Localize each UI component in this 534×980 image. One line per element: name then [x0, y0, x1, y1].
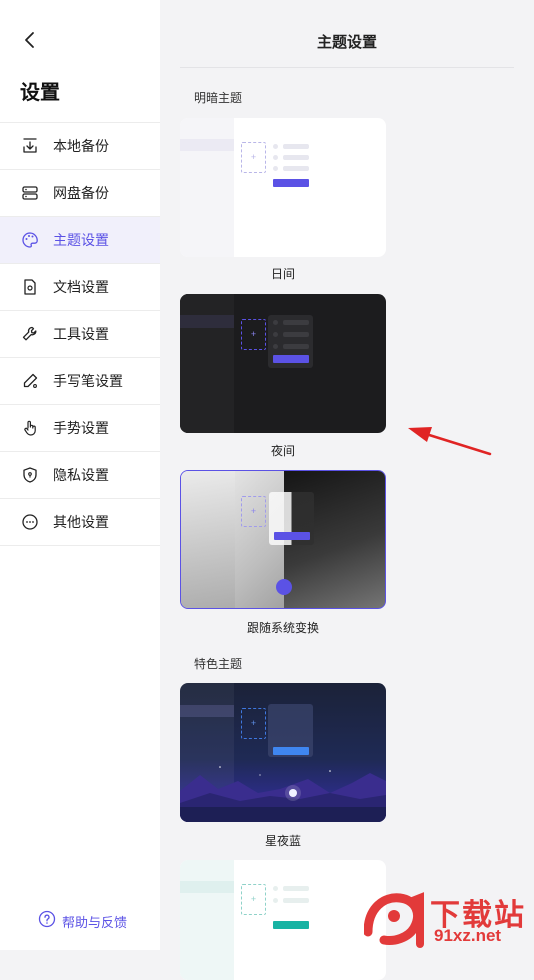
pen-icon	[21, 372, 39, 390]
section-label-featured: 特色主题	[194, 657, 243, 671]
theme-card-day[interactable]: +	[180, 118, 386, 257]
menu-item-label: 本地备份	[53, 138, 109, 154]
theme-card-night[interactable]: +	[180, 294, 386, 433]
menu-item-label: 网盘备份	[53, 185, 109, 201]
menu-item-gesture-settings[interactable]: 手势设置	[0, 405, 160, 452]
menu-item-label: 隐私设置	[53, 467, 109, 483]
cloud-drive-icon	[21, 184, 39, 202]
page-title: 主题设置	[316, 34, 377, 51]
menu-item-label: 文档设置	[53, 279, 109, 295]
selected-indicator-icon	[276, 579, 292, 595]
shield-lock-icon	[21, 466, 39, 484]
help-feedback-label: 帮助与反馈	[62, 915, 128, 930]
menu-item-theme-settings[interactable]: 主题设置	[0, 217, 160, 264]
menu-item-label: 手写笔设置	[53, 373, 123, 389]
back-arrow-icon[interactable]	[20, 30, 40, 50]
theme-card-follow-system[interactable]: +	[180, 470, 386, 609]
help-question-icon	[38, 910, 56, 933]
theme-label-day: 日间	[270, 267, 295, 281]
menu-item-local-backup[interactable]: 本地备份	[0, 123, 160, 170]
watermark-logo: 下载站 91xz.net	[363, 888, 530, 948]
theme-label-night: 夜间	[270, 444, 295, 458]
theme-settings-panel: 主题设置 明暗主题 + 日间 + 夜间 + 跟随系统变换 特色主题 + 星夜蓝 …	[160, 0, 534, 980]
menu-item-label: 其他设置	[53, 514, 109, 530]
theme-card-teal[interactable]: +	[180, 860, 386, 980]
title-divider	[180, 67, 514, 68]
annotation-arrow-icon	[408, 427, 492, 456]
theme-label-follow-system: 跟随系统变换	[246, 621, 319, 635]
more-dots-icon	[21, 513, 39, 531]
section-label-light-dark: 明暗主题	[194, 91, 243, 105]
theme-card-starry-blue[interactable]: +	[180, 683, 386, 822]
document-settings-icon	[21, 278, 39, 296]
menu-item-cloud-backup[interactable]: 网盘备份	[0, 170, 160, 217]
theme-label-starry-blue: 星夜蓝	[264, 834, 301, 848]
menu-item-other-settings[interactable]: 其他设置	[0, 499, 160, 546]
menu-item-tool-settings[interactable]: 工具设置	[0, 311, 160, 358]
menu-item-label: 主题设置	[53, 232, 109, 248]
menu-item-label: 手势设置	[53, 420, 109, 436]
menu-item-privacy-settings[interactable]: 隐私设置	[0, 452, 160, 499]
menu-item-document-settings[interactable]: 文档设置	[0, 264, 160, 311]
watermark-domain: 91xz.net	[434, 926, 502, 945]
settings-menu: 本地备份 网盘备份 主题设置 文档设置 工具设置 手写笔设置 手势设置 隐私设置…	[0, 122, 160, 546]
palette-icon	[21, 231, 39, 249]
mountain-landscape-icon	[180, 766, 386, 822]
help-feedback-link[interactable]: 帮助与反馈	[38, 910, 127, 933]
menu-item-stylus-settings[interactable]: 手写笔设置	[0, 358, 160, 405]
local-backup-icon	[21, 137, 39, 155]
wrench-icon	[21, 325, 39, 343]
menu-item-label: 工具设置	[53, 326, 109, 342]
gesture-hand-icon	[21, 419, 39, 437]
settings-title: 设置	[20, 82, 60, 104]
settings-sidebar: 设置 本地备份 网盘备份 主题设置 文档设置 工具设置 手写笔设置 手势设置 隐…	[0, 0, 160, 950]
